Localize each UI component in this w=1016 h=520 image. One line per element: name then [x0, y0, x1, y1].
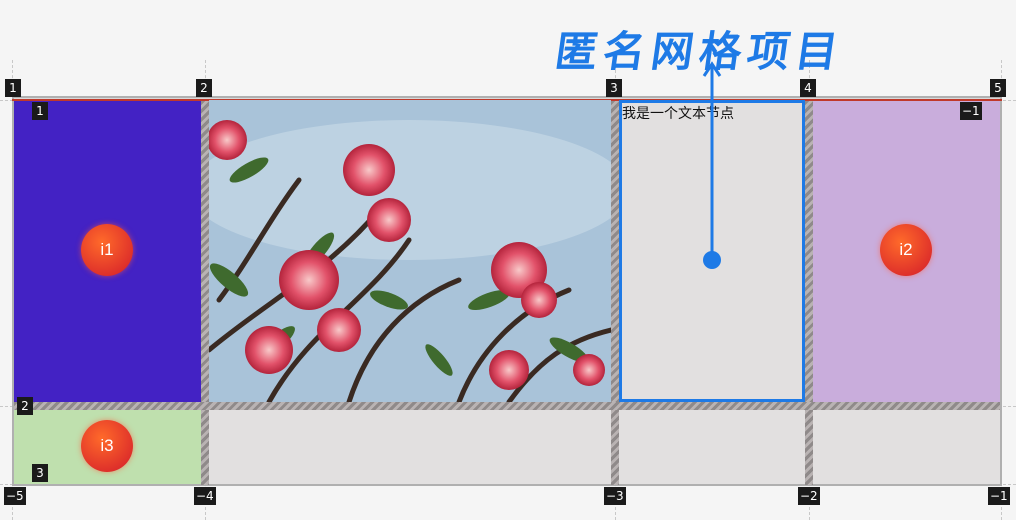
- column-line-number-negative: −3: [604, 487, 626, 505]
- row-line-number: 1: [32, 102, 48, 120]
- annotation-arrow-icon: [702, 61, 722, 269]
- item-label-i2: i2: [880, 224, 932, 276]
- column-line-number-negative: −5: [4, 487, 26, 505]
- column-line-number-negative: −2: [798, 487, 820, 505]
- flower-photo-icon: [209, 100, 611, 402]
- column-line-number-negative: −1: [988, 487, 1010, 505]
- item-label-i3: i3: [81, 420, 133, 472]
- column-line-number-negative: −4: [194, 487, 216, 505]
- column-line-number: 4: [800, 79, 816, 97]
- grid-inspector-diagram: 匿名网格项目 i1 我是一个文本节点 i2 i3 1 2 3 4 5 −5 −4…: [0, 0, 1016, 520]
- column-line-number: 2: [196, 79, 212, 97]
- row-line-number: 2: [17, 397, 33, 415]
- grid-item-i2: i2: [813, 101, 1000, 402]
- flower-photo-item: [209, 100, 611, 402]
- row-line-number-negative: −1: [960, 102, 982, 120]
- row-gap: [14, 402, 1000, 410]
- row-line-number: 3: [32, 464, 48, 482]
- column-line-number: 1: [5, 79, 21, 97]
- column-gap: [201, 101, 209, 485]
- empty-grid-cell: [813, 410, 1000, 484]
- column-gap: [611, 101, 619, 485]
- column-line-number: 5: [990, 79, 1006, 97]
- grid-item-i1: i1: [14, 101, 201, 402]
- item-label-i1: i1: [81, 224, 133, 276]
- column-gap: [805, 101, 813, 485]
- empty-grid-cell: [619, 410, 805, 484]
- empty-grid-cell: [209, 410, 611, 484]
- column-line-number: 3: [606, 79, 622, 97]
